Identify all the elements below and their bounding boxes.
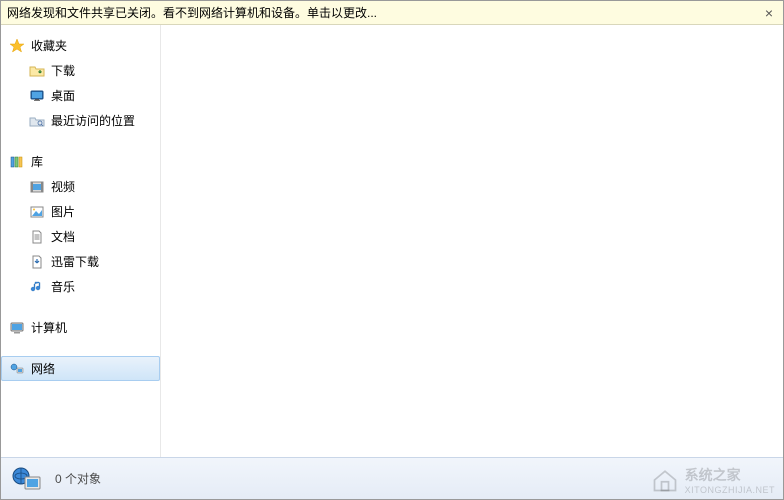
recent-label: 最近访问的位置 — [51, 112, 135, 129]
favorites-label: 收藏夹 — [31, 37, 67, 54]
music-label: 音乐 — [51, 278, 75, 295]
sidebar-header-computer[interactable]: 计算机 — [1, 315, 160, 340]
sidebar-item-videos[interactable]: 视频 — [1, 174, 160, 199]
status-bar: 0 个对象 — [1, 457, 783, 499]
recent-places-icon — [29, 113, 45, 129]
downloads-label: 下载 — [51, 62, 75, 79]
main-content-panel[interactable] — [161, 25, 783, 457]
xunlei-icon — [29, 254, 45, 270]
video-icon — [29, 179, 45, 195]
sidebar-item-recent[interactable]: 最近访问的位置 — [1, 108, 160, 133]
folder-download-icon — [29, 63, 45, 79]
status-text: 0 个对象 — [55, 470, 101, 487]
music-icon — [29, 279, 45, 295]
sidebar-item-downloads[interactable]: 下载 — [1, 58, 160, 83]
sidebar-item-xunlei[interactable]: 迅雷下载 — [1, 249, 160, 274]
sidebar-header-libraries[interactable]: 库 — [1, 149, 160, 174]
notification-bar[interactable]: 网络发现和文件共享已关闭。看不到网络计算机和设备。单击以更改... × — [1, 1, 783, 25]
computer-label: 计算机 — [31, 319, 67, 336]
desktop-label: 桌面 — [51, 87, 75, 104]
network-icon — [9, 361, 25, 377]
favorites-section: 收藏夹 下载 桌面 最近访问的位置 — [1, 33, 160, 133]
libraries-label: 库 — [31, 153, 43, 170]
sidebar-header-favorites[interactable]: 收藏夹 — [1, 33, 160, 58]
videos-label: 视频 — [51, 178, 75, 195]
close-icon[interactable]: × — [761, 5, 777, 21]
pictures-label: 图片 — [51, 203, 75, 220]
computer-icon — [9, 320, 25, 336]
sidebar-header-network[interactable]: 网络 — [1, 356, 160, 381]
xunlei-label: 迅雷下载 — [51, 253, 99, 270]
sidebar-item-pictures[interactable]: 图片 — [1, 199, 160, 224]
network-label: 网络 — [31, 360, 55, 377]
notification-text: 网络发现和文件共享已关闭。看不到网络计算机和设备。单击以更改... — [7, 4, 761, 21]
content-area: 收藏夹 下载 桌面 最近访问的位置 — [1, 25, 783, 457]
network-large-icon — [11, 463, 43, 495]
star-icon — [9, 38, 25, 54]
sidebar-item-documents[interactable]: 文档 — [1, 224, 160, 249]
desktop-icon — [29, 88, 45, 104]
navigation-pane: 收藏夹 下载 桌面 最近访问的位置 — [1, 25, 161, 457]
documents-label: 文档 — [51, 228, 75, 245]
network-section: 网络 — [1, 356, 160, 381]
libraries-section: 库 视频 图片 文档 — [1, 149, 160, 299]
sidebar-item-desktop[interactable]: 桌面 — [1, 83, 160, 108]
documents-icon — [29, 229, 45, 245]
libraries-icon — [9, 154, 25, 170]
computer-section: 计算机 — [1, 315, 160, 340]
pictures-icon — [29, 204, 45, 220]
sidebar-item-music[interactable]: 音乐 — [1, 274, 160, 299]
